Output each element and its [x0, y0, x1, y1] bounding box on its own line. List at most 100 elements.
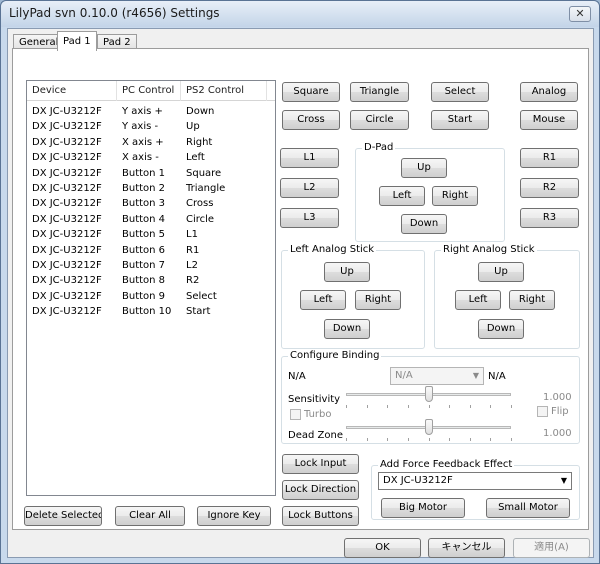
column-device[interactable]: Device: [27, 81, 117, 101]
list-row[interactable]: DX JC-U3212F Button 3 Cross: [27, 196, 275, 211]
list-cell-device: DX JC-U3212F: [32, 183, 102, 194]
dpad-right-button[interactable]: Right: [432, 186, 478, 206]
select-button[interactable]: Select: [431, 82, 489, 102]
slider-tick: [449, 405, 451, 408]
slider-tick: [346, 405, 347, 408]
list-cell-device: DX JC-U3212F: [32, 260, 102, 271]
big-motor-button[interactable]: Big Motor: [381, 498, 465, 518]
close-icon[interactable]: ✕: [569, 6, 591, 22]
list-row[interactable]: DX JC-U3212F Button 2 Triangle: [27, 181, 275, 196]
ok-button[interactable]: OK: [344, 538, 421, 558]
list-cell-ps2: Square: [186, 167, 222, 179]
analog-button[interactable]: Analog: [520, 82, 578, 102]
list-row[interactable]: DX JC-U3212F X axis - Left: [27, 150, 275, 165]
slider-tick: [469, 405, 471, 408]
sensitivity-slider[interactable]: [346, 386, 512, 410]
left-stick-left-button[interactable]: Left: [300, 290, 346, 310]
force-feedback-device-value: DX JC-U3212F: [383, 475, 453, 486]
lock-buttons-button[interactable]: Lock Buttons: [282, 506, 359, 526]
right-stick-right-button[interactable]: Right: [509, 290, 555, 310]
chevron-down-icon: ▼: [472, 371, 479, 380]
binding-list[interactable]: Device PC Control PS2 Control DX JC-U321…: [26, 80, 276, 496]
slider-tick: [366, 405, 368, 408]
l3-button[interactable]: L3: [280, 208, 339, 228]
binding-combo-value: N/A: [395, 370, 413, 381]
slider-tick: [511, 438, 512, 441]
list-cell-device: DX JC-U3212F: [32, 213, 102, 225]
list-cell-ps2: L1: [186, 229, 198, 241]
list-row[interactable]: DX JC-U3212F Y axis + Down: [27, 104, 275, 119]
list-cell-device: DX JC-U3212F: [32, 290, 102, 302]
turbo-checkbox[interactable]: [290, 409, 301, 420]
lock-input-button[interactable]: Lock Input: [282, 454, 359, 474]
column-ps2-control[interactable]: PS2 Control: [181, 81, 267, 101]
dpad-down-button[interactable]: Down: [401, 214, 447, 234]
triangle-button[interactable]: Triangle: [350, 82, 409, 102]
list-cell-pc: Y axis -: [122, 121, 159, 133]
right-stick-up-button[interactable]: Up: [478, 262, 524, 282]
cancel-button[interactable]: キャンセル: [428, 538, 505, 558]
list-cell-ps2: R1: [186, 244, 200, 256]
deadzone-slider-thumb[interactable]: [424, 419, 433, 435]
list-cell-pc: Button 10: [122, 306, 172, 318]
dpad-left-button[interactable]: Left: [379, 186, 425, 206]
ignore-key-button[interactable]: Ignore Key: [197, 506, 271, 526]
flip-checkbox[interactable]: [537, 406, 548, 417]
list-row[interactable]: DX JC-U3212F Button 4 Circle: [27, 212, 275, 227]
settings-window: LilyPad svn 0.10.0 (r4656) Settings ✕ Ge…: [0, 0, 600, 564]
column-pc-control[interactable]: PC Control: [117, 81, 181, 101]
tab-pad-1[interactable]: Pad 1: [57, 31, 97, 51]
force-feedback-device-select[interactable]: DX JC-U3212F ▼: [378, 472, 572, 490]
l2-button[interactable]: L2: [280, 178, 339, 198]
r3-button[interactable]: R3: [520, 208, 579, 228]
list-cell-pc: Button 9: [122, 290, 166, 302]
slider-tick: [387, 438, 389, 441]
left-stick-down-button[interactable]: Down: [324, 319, 370, 339]
list-cell-ps2: Cross: [186, 198, 214, 210]
left-stick-right-button[interactable]: Right: [355, 290, 401, 310]
delete-selected-button[interactable]: Delete Selected: [24, 506, 102, 526]
dpad-up-button[interactable]: Up: [401, 158, 447, 178]
list-row[interactable]: DX JC-U3212F Button 1 Square: [27, 166, 275, 181]
list-row[interactable]: DX JC-U3212F Button 9 Select: [27, 289, 275, 304]
right-stick-down-button[interactable]: Down: [478, 319, 524, 339]
list-cell-device: DX JC-U3212F: [32, 198, 102, 210]
list-cell-pc: Button 7: [122, 260, 166, 271]
title-bar[interactable]: LilyPad svn 0.10.0 (r4656) Settings ✕: [1, 1, 599, 27]
list-row[interactable]: DX JC-U3212F Button 6 R1: [27, 243, 275, 258]
lock-direction-button[interactable]: Lock Direction: [282, 480, 359, 500]
list-row[interactable]: DX JC-U3212F X axis + Right: [27, 135, 275, 150]
list-row[interactable]: DX JC-U3212F Button 5 L1: [27, 227, 275, 242]
list-cell-pc: Button 6: [122, 244, 166, 256]
square-button[interactable]: Square: [282, 82, 340, 102]
list-cell-ps2: Left: [186, 152, 205, 164]
r1-button[interactable]: R1: [520, 148, 579, 168]
cross-button[interactable]: Cross: [282, 110, 340, 130]
l1-button[interactable]: L1: [280, 148, 339, 168]
right-stick-left-button[interactable]: Left: [455, 290, 501, 310]
list-cell-device: DX JC-U3212F: [32, 152, 102, 164]
start-button[interactable]: Start: [431, 110, 489, 130]
clear-all-button[interactable]: Clear All: [115, 506, 185, 526]
list-row[interactable]: DX JC-U3212F Button 10 Start: [27, 304, 275, 319]
left-stick-up-button[interactable]: Up: [324, 262, 370, 282]
list-row[interactable]: DX JC-U3212F Button 8 R2: [27, 273, 275, 288]
sensitivity-slider-thumb[interactable]: [424, 386, 433, 402]
deadzone-slider[interactable]: [346, 419, 512, 443]
apply-button[interactable]: 適用(A): [513, 538, 590, 558]
small-motor-button[interactable]: Small Motor: [486, 498, 570, 518]
dialog-client: General Pad 1 Pad 2 Device PC Control PS…: [7, 28, 594, 558]
list-row[interactable]: DX JC-U3212F Button 7 L2: [27, 258, 275, 273]
list-row[interactable]: DX JC-U3212F Y axis - Up: [27, 119, 275, 134]
list-cell-ps2: Right: [186, 136, 213, 148]
list-cell-device: DX JC-U3212F: [32, 229, 102, 241]
list-cell-ps2: Circle: [186, 213, 215, 225]
list-cell-ps2: R2: [186, 275, 200, 287]
list-cell-pc: X axis +: [122, 136, 164, 148]
binding-right-value: N/A: [488, 371, 506, 382]
circle-button[interactable]: Circle: [350, 110, 409, 130]
r2-button[interactable]: R2: [520, 178, 579, 198]
left-stick-title: Left Analog Stick: [288, 244, 377, 256]
mouse-button[interactable]: Mouse: [520, 110, 578, 130]
slider-tick: [428, 438, 430, 441]
